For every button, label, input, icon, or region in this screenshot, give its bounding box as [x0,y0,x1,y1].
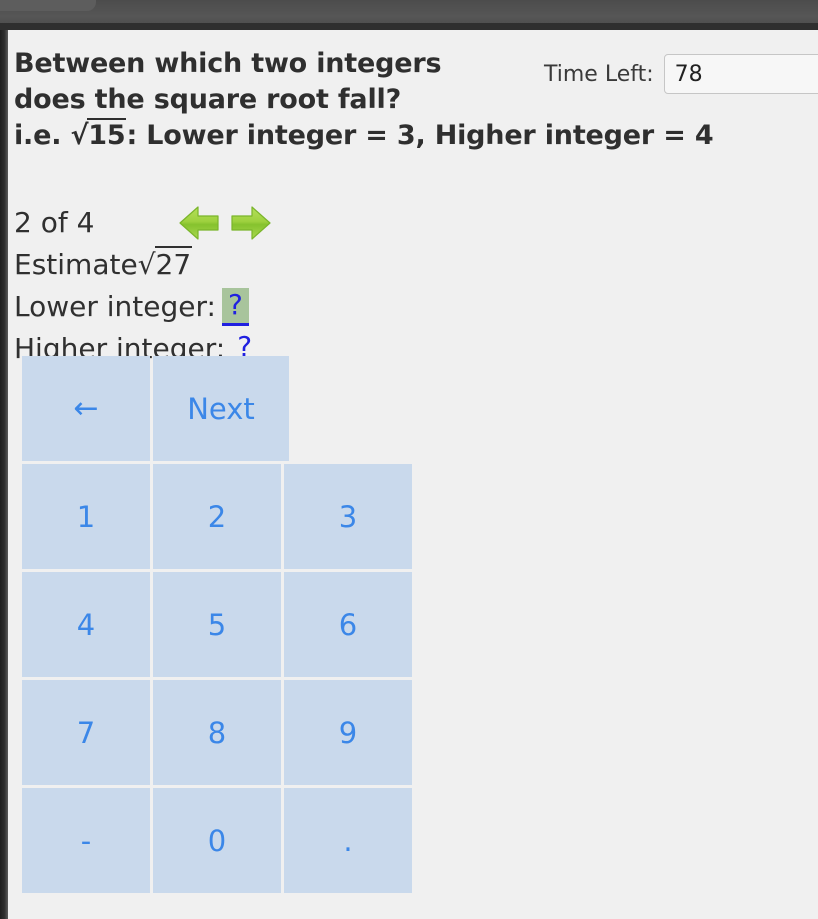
quiz-page: Between which two integers does the squa… [8,30,818,919]
chrome-bottom-edge [0,23,818,30]
keypad-key-0[interactable]: 0 [153,788,281,893]
timer: Time Left: [544,54,818,94]
green-right-arrow-icon [231,206,271,240]
keypad-row-789: 7 8 9 [22,680,422,785]
keypad-key-6[interactable]: 6 [284,572,412,677]
next-question-button[interactable] [226,202,278,244]
keypad-row-actions: ← Next [22,356,422,461]
browser-chrome [0,0,818,30]
time-left-input[interactable] [663,54,818,94]
browser-tab[interactable] [0,0,96,11]
progress-row: 2 of 4 [14,202,278,244]
lower-integer-label: Lower integer: [14,290,216,323]
example-radical: √15 [70,118,127,151]
numeric-keypad: ← Next 1 2 3 4 5 6 7 8 9 - 0 . [22,356,422,896]
keypad-key-4[interactable]: 4 [22,572,150,677]
keypad-next-button[interactable]: Next [153,356,289,461]
keypad-row-symbols: - 0 . [22,788,422,893]
prev-question-button[interactable] [174,202,226,244]
prompt-example-prefix: i.e. [14,120,71,151]
green-left-arrow-icon [179,206,219,240]
keypad-key-5[interactable]: 5 [153,572,281,677]
keypad-key-3[interactable]: 3 [284,464,412,569]
task-prefix: Estimate [14,248,138,281]
example-radicand: 15 [87,118,127,151]
page-viewport: Between which two integers does the squa… [0,30,818,919]
keypad-key-2[interactable]: 2 [153,464,281,569]
prompt-line-1: Between which two integers [14,48,442,79]
keypad-key-decimal[interactable]: . [284,788,412,893]
keypad-key-7[interactable]: 7 [22,680,150,785]
prompt-line-2: does the square root fall? [14,84,402,115]
task-radicand: 27 [154,246,193,281]
keypad-row-456: 4 5 6 [22,572,422,677]
lower-integer-answer-slot[interactable]: ? [221,288,249,326]
left-arrow-icon: ← [73,391,99,426]
left-edge-rail [0,30,8,919]
prompt-example-suffix: : Lower integer = 3, Higher integer = 4 [126,120,714,151]
question-body: 2 of 4 Estimate √27 Lower integer: ? Hig… [14,202,278,370]
keypad-key-9[interactable]: 9 [284,680,412,785]
radical-sign-icon: √ [137,248,156,281]
keypad-row-123: 1 2 3 [22,464,422,569]
task-row: Estimate √27 [14,244,278,286]
keypad-backspace-button[interactable]: ← [22,356,150,461]
keypad-key-8[interactable]: 8 [153,680,281,785]
task-radical: √27 [137,244,193,286]
question-prompt: Between which two integers does the squa… [14,46,714,154]
radical-sign-icon: √ [70,120,89,151]
lower-integer-row: Lower integer: ? [14,286,278,328]
keypad-key-minus[interactable]: - [22,788,150,893]
keypad-key-1[interactable]: 1 [22,464,150,569]
timer-label: Time Left: [544,61,654,87]
progress-counter: 2 of 4 [14,206,95,239]
prompt-line-3: i.e. √15: Lower integer = 3, Higher inte… [14,118,714,154]
